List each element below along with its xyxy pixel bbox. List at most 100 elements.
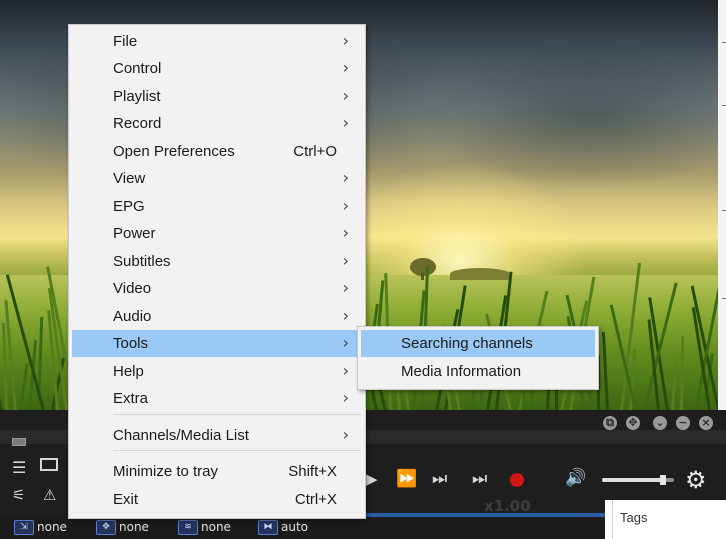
menu-item-label: Video [113, 280, 152, 297]
menu-item-channels-media-list[interactable]: Channels/Media List › [72, 422, 361, 449]
play-icon[interactable]: ▶ [366, 470, 378, 488]
grass-blade [601, 332, 609, 410]
volume-fill [602, 478, 664, 482]
menu-item-extra[interactable]: Extra › [72, 385, 361, 412]
chevron-right-icon: › [342, 388, 349, 407]
snapshot-icon[interactable]: ⧉ [603, 416, 617, 430]
settings-icon[interactable]: ⚙ [685, 466, 707, 494]
grass-blade [19, 363, 29, 410]
menu-item-label: Audio [113, 308, 152, 325]
menu-item-label: Record [113, 115, 162, 132]
menu-item-shortcut: Shift+X [288, 463, 337, 480]
menu-item-power[interactable]: Power › [72, 220, 361, 247]
chevron-right-icon: › [342, 425, 349, 444]
status-item-label: none [201, 520, 231, 534]
submenu-item-media-information[interactable]: Media Information [361, 358, 595, 385]
menu-item-label: Exit [113, 491, 139, 508]
status-item-crop[interactable]: ✥ none [96, 519, 149, 535]
aspect-icon: ⇲ [14, 519, 34, 535]
fast-forward-icon[interactable]: ⏩ [396, 469, 417, 489]
status-item-aspect[interactable]: ⇲ none [14, 519, 67, 535]
context-menu: File › Control › Playlist › Record › Open Prefer… [68, 24, 366, 519]
right-edge-panel [718, 0, 726, 440]
fullscreen-icon[interactable]: ✥ [626, 416, 640, 430]
menu-item-view[interactable]: View › [72, 165, 361, 192]
dropdown-icon[interactable]: ⌄ [653, 416, 667, 430]
menu-item-label: Tools [113, 335, 149, 352]
window-icon[interactable] [40, 458, 58, 471]
panel-divider [612, 500, 613, 539]
menu-item-record[interactable]: Record › [72, 110, 361, 137]
close-icon[interactable]: × [699, 416, 713, 430]
chevron-right-icon: › [342, 31, 349, 50]
menu-item-label: Subtitles [113, 253, 171, 270]
menu-item-label: View [113, 170, 146, 187]
menu-item-label: Help [113, 363, 144, 380]
menu-item-help[interactable]: Help › [72, 358, 361, 385]
menu-item-label: File [113, 33, 138, 50]
skip-next-icon[interactable]: ⏭ [472, 469, 487, 489]
menu-separator [113, 450, 361, 451]
menu-item-label: EPG [113, 198, 145, 215]
status-item-label: none [119, 520, 149, 534]
volume-icon[interactable]: 🔊 [565, 468, 586, 488]
chevron-right-icon: › [342, 361, 349, 380]
menu-item-label: Open Preferences [113, 143, 235, 160]
crop-icon: ✥ [96, 519, 116, 535]
menu-item-video[interactable]: Video › [72, 275, 361, 302]
chevron-right-icon: › [342, 113, 349, 132]
menu-item-subtitles[interactable]: Subtitles › [72, 248, 361, 275]
status-item-deinterlace[interactable]: ≋ none [178, 519, 231, 535]
equalizer-icon[interactable]: ⚟ [12, 486, 25, 504]
menu-item-label: Minimize to tray [113, 463, 219, 480]
menu-item-open-preferences[interactable]: Open Preferences Ctrl+O [72, 138, 361, 165]
menu-item-label: Playlist [113, 88, 161, 105]
menu-item-label: Control [113, 60, 162, 77]
menu-item-minimize-to-tray[interactable]: Minimize to tray Shift+X [72, 458, 361, 485]
next-frame-icon[interactable]: ⏭ [432, 469, 447, 489]
chevron-right-icon: › [342, 306, 349, 325]
edge-mark [722, 210, 726, 211]
menu-item-epg[interactable]: EPG › [72, 193, 361, 220]
alert-icon[interactable]: ⚠ [43, 486, 56, 504]
chevron-right-icon: › [342, 196, 349, 215]
menu-item-exit[interactable]: Exit Ctrl+X [72, 486, 361, 513]
edge-mark [722, 42, 726, 43]
chevron-right-icon: › [342, 86, 349, 105]
chevron-right-icon: › [342, 58, 349, 77]
submenu-item-searching-channels[interactable]: Searching channels [361, 330, 595, 357]
status-item-zoom[interactable]: ⧓ auto [258, 519, 308, 535]
status-item-label: auto [281, 520, 309, 534]
grass-blade [680, 335, 685, 410]
record-icon[interactable] [510, 473, 524, 487]
edge-mark [722, 298, 726, 299]
menu-item-shortcut: Ctrl+X [294, 491, 337, 508]
tags-label: Tags [620, 510, 648, 525]
menu-separator [113, 414, 361, 415]
menu-item-control[interactable]: Control › [72, 55, 361, 82]
menu-item-tools[interactable]: Tools › [72, 330, 361, 357]
deinterlace-icon: ≋ [178, 519, 198, 535]
status-item-label: none [37, 520, 67, 534]
chevron-right-icon: › [342, 223, 349, 242]
chevron-right-icon: › [342, 278, 349, 297]
tools-submenu: Searching channels Media Information [357, 326, 599, 390]
menu-item-file[interactable]: File › [72, 28, 361, 55]
chevron-right-icon: › [342, 168, 349, 187]
menu-item-audio[interactable]: Audio › [72, 303, 361, 330]
grass-blade [0, 370, 3, 410]
minimize-icon[interactable]: − [676, 416, 690, 430]
menu-item-label: Channels/Media List [113, 427, 249, 444]
grass-blade [671, 359, 678, 410]
submenu-item-label: Media Information [401, 363, 522, 380]
menu-item-label: Power [113, 225, 156, 242]
volume-slider[interactable] [602, 475, 674, 485]
volume-handle[interactable] [660, 475, 667, 485]
menu-item-playlist[interactable]: Playlist › [72, 83, 361, 110]
menu-item-shortcut: Ctrl+O [293, 143, 337, 160]
playlist-icon[interactable]: ☰ [12, 458, 26, 477]
edge-mark [722, 105, 726, 106]
seek-handle[interactable] [12, 438, 26, 446]
zoom-icon: ⧓ [258, 519, 278, 535]
submenu-item-label: Searching channels [401, 335, 533, 352]
